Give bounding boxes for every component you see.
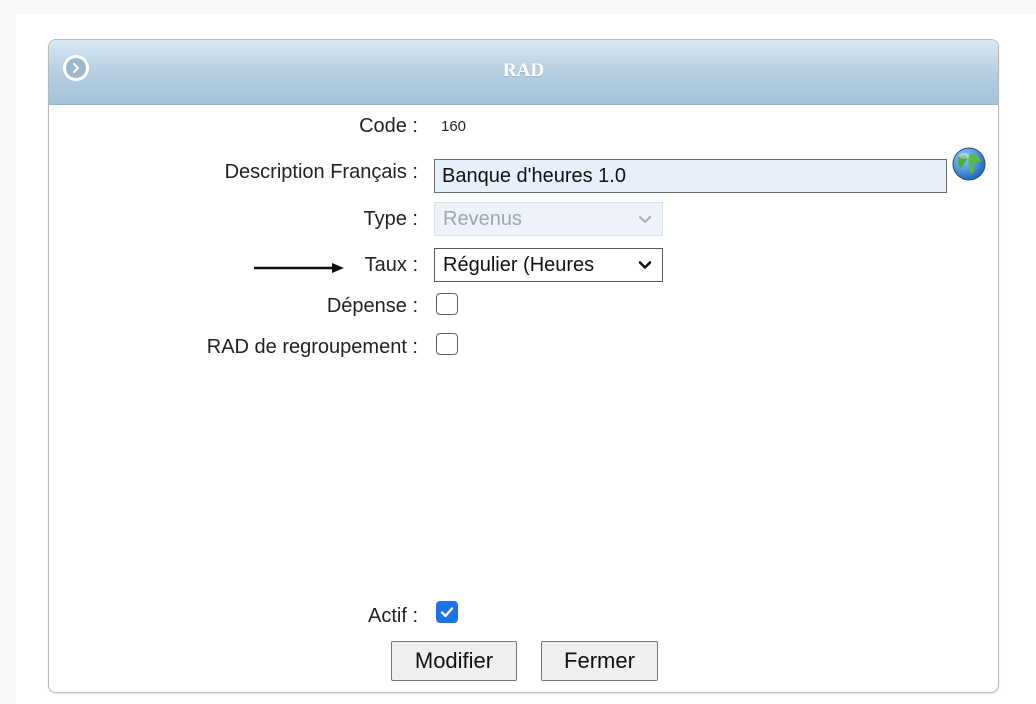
depense-label: Dépense : <box>326 295 418 317</box>
modifier-button[interactable]: Modifier <box>391 641 517 681</box>
description-input[interactable] <box>434 159 947 193</box>
taux-label: Taux : <box>364 254 418 276</box>
type-select[interactable]: Revenus <box>434 202 663 236</box>
code-value: 160 <box>441 118 467 135</box>
actif-checkbox[interactable] <box>436 601 458 623</box>
rad-dialog: RAD Code : 160 Description Français : Ty… <box>48 39 999 693</box>
chevron-down-icon <box>639 216 651 223</box>
dialog-titlebar: RAD <box>49 40 998 105</box>
dialog-title: RAD <box>502 60 545 81</box>
code-label: Code : <box>359 115 418 137</box>
fermer-button[interactable]: Fermer <box>541 641 658 681</box>
arrow-pointer-icon <box>254 263 344 273</box>
regroupement-label: RAD de regroupement : <box>206 336 418 358</box>
type-select-value: Revenus <box>443 207 522 230</box>
depense-checkbox[interactable] <box>436 293 458 315</box>
globe-icon[interactable] <box>951 146 987 182</box>
taux-select-value: Régulier (Heures <box>443 253 595 276</box>
regroupement-checkbox[interactable] <box>436 333 458 355</box>
type-label: Type : <box>363 208 418 230</box>
description-label: Description Français : <box>224 161 418 183</box>
taux-select[interactable]: Régulier (Heures <box>434 248 663 282</box>
checkmark-icon <box>440 607 454 618</box>
actif-label: Actif : <box>367 605 418 627</box>
chevron-down-icon <box>638 261 652 269</box>
